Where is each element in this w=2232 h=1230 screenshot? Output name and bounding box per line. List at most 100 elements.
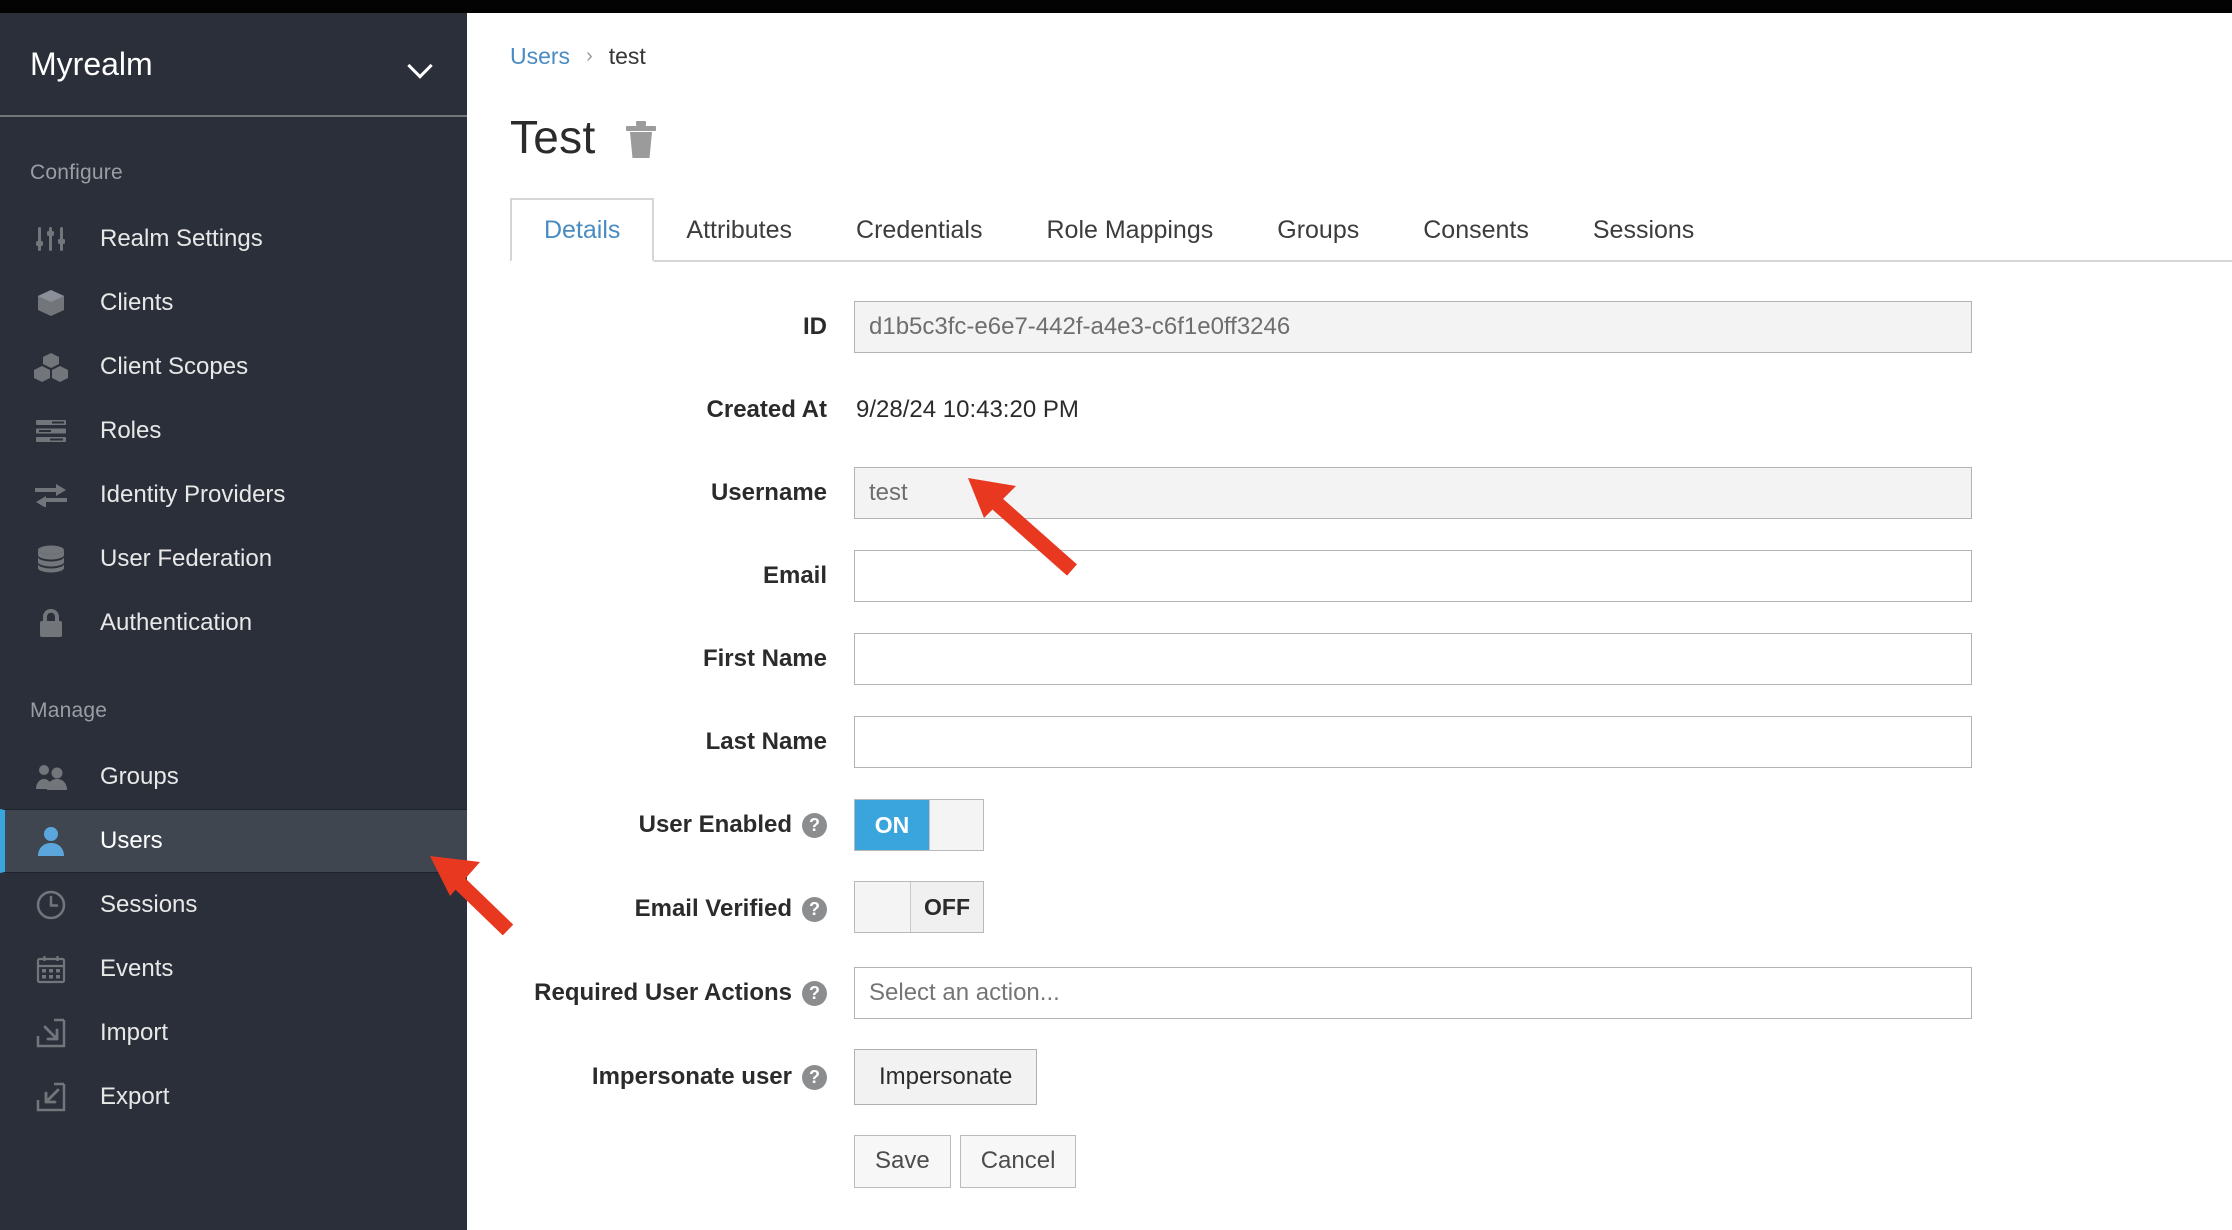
required-user-actions-label: Required User Actions ? bbox=[467, 979, 854, 1007]
user-enabled-toggle[interactable]: ON bbox=[854, 799, 984, 851]
lock-icon bbox=[30, 607, 72, 639]
nav-section-configure-label: Configure bbox=[30, 161, 123, 184]
sidebar-item-label: Events bbox=[100, 955, 174, 982]
user-enabled-label-text: User Enabled bbox=[638, 811, 792, 838]
first-name-label: First Name bbox=[702, 645, 827, 672]
user-detail-tabs: Details Attributes Credentials Role Mapp… bbox=[510, 198, 2232, 262]
sidebar-item-clients[interactable]: Clients bbox=[0, 271, 467, 335]
sidebar-item-events[interactable]: Events bbox=[0, 937, 467, 1001]
last-name-label: Last Name bbox=[705, 728, 827, 755]
form-row-username: Username bbox=[467, 466, 2232, 520]
sidebar-item-export[interactable]: Export bbox=[0, 1065, 467, 1129]
breadcrumb: Users › test bbox=[467, 13, 2232, 70]
help-icon[interactable]: ? bbox=[802, 980, 827, 1006]
sidebar-item-import[interactable]: Import bbox=[0, 1001, 467, 1065]
realm-selector[interactable]: Myrealm bbox=[0, 13, 467, 117]
realm-name: Myrealm bbox=[30, 45, 153, 82]
form-row-created-at: Created At 9/28/24 10:43:20 PM bbox=[467, 383, 2232, 437]
export-arrow-icon bbox=[30, 1081, 72, 1113]
sidebar-item-label: Users bbox=[100, 827, 163, 854]
top-black-bar bbox=[0, 0, 2232, 13]
id-label: ID bbox=[803, 313, 827, 340]
email-verified-toggle[interactable]: OFF bbox=[854, 881, 984, 933]
form-row-id: ID bbox=[467, 300, 2232, 354]
toggle-off-label: OFF bbox=[911, 882, 983, 932]
cube-icon bbox=[30, 287, 72, 319]
cubes-icon bbox=[30, 351, 72, 383]
tab-label: Attributes bbox=[686, 215, 793, 244]
sidebar-item-client-scopes[interactable]: Client Scopes bbox=[0, 335, 467, 399]
required-user-actions-select[interactable] bbox=[854, 967, 1972, 1019]
email-verified-label-text: Email Verified bbox=[634, 895, 792, 922]
form-row-impersonate: Impersonate user ? Impersonate bbox=[467, 1049, 2232, 1105]
tab-consents[interactable]: Consents bbox=[1391, 198, 1561, 262]
sidebar-item-realm-settings[interactable]: Realm Settings bbox=[0, 207, 467, 271]
tab-groups[interactable]: Groups bbox=[1245, 198, 1391, 262]
last-name-field[interactable] bbox=[854, 716, 1972, 768]
help-icon[interactable]: ? bbox=[802, 896, 827, 922]
tab-label: Sessions bbox=[1592, 215, 1695, 244]
form-row-first-name: First Name bbox=[467, 632, 2232, 686]
toggle-on-label: ON bbox=[855, 800, 929, 850]
chevron-down-icon bbox=[409, 57, 433, 71]
trash-icon[interactable] bbox=[624, 121, 658, 159]
user-enabled-label: User Enabled ? bbox=[467, 811, 854, 839]
impersonate-button[interactable]: Impersonate bbox=[854, 1049, 1038, 1105]
email-verified-label: Email Verified ? bbox=[467, 895, 854, 923]
tab-label: Details bbox=[544, 215, 621, 244]
help-icon[interactable]: ? bbox=[802, 812, 827, 838]
sidebar-item-groups[interactable]: Groups bbox=[0, 745, 467, 809]
form-row-email-verified: Email Verified ? OFF bbox=[467, 881, 2232, 937]
sidebar-item-label: Sessions bbox=[100, 891, 198, 918]
form-row-email: Email bbox=[467, 549, 2232, 603]
sidebar-item-label: Roles bbox=[100, 417, 162, 444]
sidebar-item-identity-providers[interactable]: Identity Providers bbox=[0, 463, 467, 527]
tab-details[interactable]: Details bbox=[510, 198, 655, 262]
save-button[interactable]: Save bbox=[854, 1134, 951, 1188]
form-row-user-enabled: User Enabled ? ON bbox=[467, 798, 2232, 852]
calendar-icon bbox=[30, 953, 72, 985]
sidebar-item-user-federation[interactable]: User Federation bbox=[0, 527, 467, 591]
tab-role-mappings[interactable]: Role Mappings bbox=[1014, 198, 1245, 262]
clock-icon bbox=[30, 889, 72, 921]
help-icon[interactable]: ? bbox=[802, 1064, 827, 1090]
sidebar-item-sessions[interactable]: Sessions bbox=[0, 873, 467, 937]
sidebar-item-label: Clients bbox=[100, 289, 174, 316]
sidebar-item-users[interactable]: Users bbox=[0, 809, 467, 873]
tab-label: Credentials bbox=[856, 215, 983, 244]
user-details-form: ID Created At 9/28/24 10:43:20 PM Userna… bbox=[467, 300, 2232, 1188]
breadcrumb-separator-icon: › bbox=[586, 45, 593, 67]
sidebar-item-label: Export bbox=[100, 1083, 170, 1110]
list-bars-icon bbox=[30, 415, 72, 447]
sliders-icon bbox=[30, 223, 72, 255]
users-group-icon bbox=[30, 761, 72, 793]
tab-sessions[interactable]: Sessions bbox=[1561, 198, 1726, 262]
tab-label: Role Mappings bbox=[1046, 215, 1214, 244]
cancel-button[interactable]: Cancel bbox=[959, 1134, 1077, 1188]
page-title: Test bbox=[510, 111, 596, 163]
username-field bbox=[854, 467, 1972, 519]
form-row-last-name: Last Name bbox=[467, 715, 2232, 769]
impersonate-label-text: Impersonate user bbox=[591, 1063, 792, 1090]
first-name-field[interactable] bbox=[854, 633, 1972, 685]
form-row-required-user-actions: Required User Actions ? bbox=[467, 966, 2232, 1020]
sidebar-item-label: Import bbox=[100, 1019, 169, 1046]
email-label: Email bbox=[762, 562, 827, 589]
keycloak-admin-console: Myrealm Configure Realm Settings Clients… bbox=[0, 0, 2232, 1230]
toggle-knob bbox=[929, 800, 983, 850]
tab-label: Groups bbox=[1277, 215, 1360, 244]
database-icon bbox=[30, 543, 72, 575]
email-field[interactable] bbox=[854, 550, 1972, 602]
sidebar-item-roles[interactable]: Roles bbox=[0, 399, 467, 463]
tab-credentials[interactable]: Credentials bbox=[824, 198, 1014, 262]
sidebar-item-label: User Federation bbox=[100, 545, 273, 572]
tab-attributes[interactable]: Attributes bbox=[654, 198, 824, 262]
breadcrumb-users-link[interactable]: Users bbox=[510, 43, 570, 70]
import-arrow-icon bbox=[30, 1017, 72, 1049]
exchange-arrows-icon bbox=[30, 479, 72, 511]
required-user-actions-label-text: Required User Actions bbox=[534, 979, 792, 1006]
main-content: Users › test Test Details Attributes Cre… bbox=[467, 13, 2232, 1230]
sidebar-item-authentication[interactable]: Authentication bbox=[0, 591, 467, 655]
toggle-knob bbox=[855, 882, 911, 932]
page-header: Test bbox=[467, 70, 2232, 164]
